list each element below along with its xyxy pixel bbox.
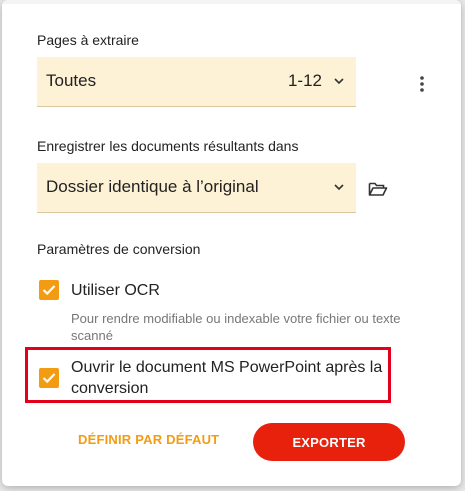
export-button[interactable]: EXPORTER — [253, 423, 405, 461]
ocr-hint: Pour rendre modifiable ou indexable votr… — [71, 311, 401, 343]
set-default-button[interactable]: DÉFINIR PAR DÉFAUT — [78, 432, 219, 447]
export-options-panel: Pages à extraire Toutes 1-12 Enregistrer… — [2, 0, 461, 486]
open-powerpoint-label: Ouvrir le document MS PowerPoint après l… — [71, 357, 382, 399]
pages-select-value: Toutes — [46, 71, 97, 90]
chevron-down-icon — [334, 78, 344, 85]
folder-open-icon[interactable] — [366, 178, 390, 200]
output-folder-value: Dossier identique à l’original — [46, 177, 259, 196]
ocr-checkbox[interactable] — [39, 280, 59, 300]
pages-select[interactable]: Toutes 1-12 — [37, 57, 356, 107]
pages-range-text: 1-12 — [287, 71, 322, 90]
output-section-title: Enregistrer les documents résultants dan… — [37, 138, 299, 154]
ocr-label: Utiliser OCR — [71, 282, 160, 299]
more-vertical-icon[interactable] — [410, 72, 434, 96]
conversion-section-title: Paramètres de conversion — [37, 241, 201, 257]
check-icon — [42, 285, 56, 296]
pages-section-title: Pages à extraire — [37, 32, 139, 48]
chevron-down-icon — [334, 184, 344, 191]
output-folder-select[interactable]: Dossier identique à l’original — [37, 163, 356, 213]
panel-top-edge — [2, 0, 461, 4]
check-icon — [42, 373, 56, 384]
open-powerpoint-checkbox[interactable] — [39, 368, 59, 388]
open-powerpoint-label-line2: conversion — [71, 380, 149, 397]
open-powerpoint-label-line1: Ouvrir le document MS PowerPoint après l… — [71, 359, 383, 376]
